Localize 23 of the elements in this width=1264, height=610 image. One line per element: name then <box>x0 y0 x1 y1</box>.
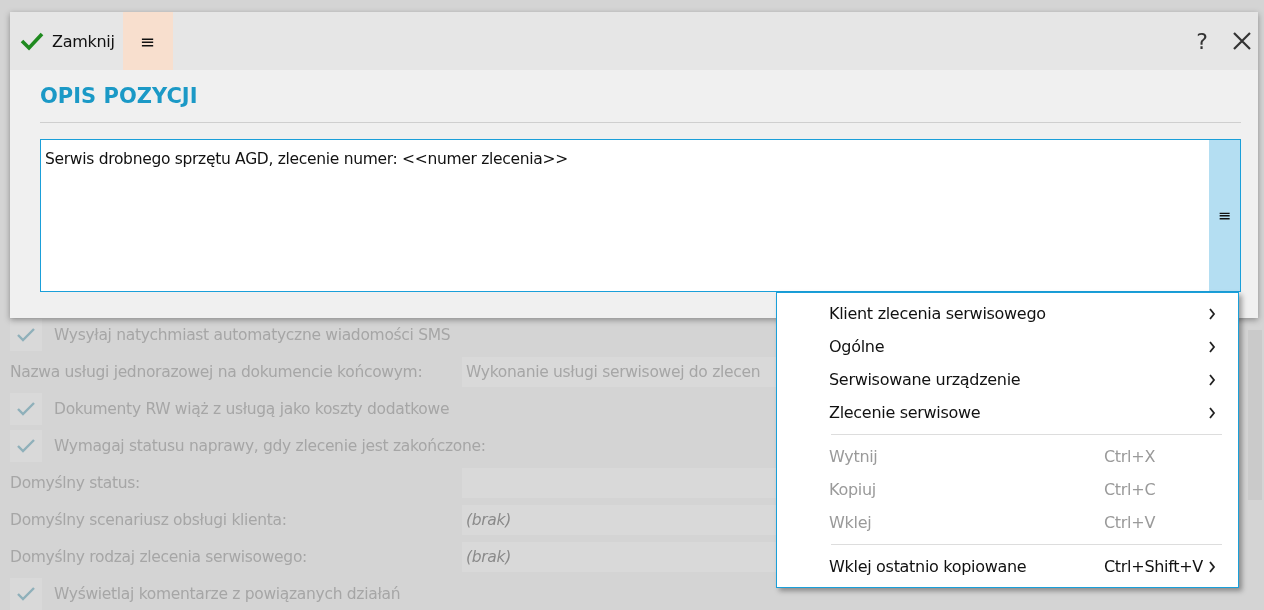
checkmark-icon <box>16 437 36 454</box>
close-button[interactable]: Zamknij <box>10 12 123 70</box>
menu-item[interactable]: Zlecenie serwisowe <box>777 396 1238 429</box>
dialog-title: OPIS POZYCJI <box>40 83 198 110</box>
checkbox[interactable] <box>10 392 42 425</box>
menu-item[interactable]: Klient zlecenia serwisowego <box>777 297 1238 330</box>
chevron-icon <box>1208 373 1216 386</box>
help-button[interactable]: ? <box>1182 12 1222 70</box>
menu-button[interactable]: ≡ <box>122 12 173 70</box>
close-icon[interactable] <box>1232 31 1252 51</box>
checkmark-icon <box>16 400 36 417</box>
checkbox[interactable] <box>10 429 42 462</box>
chevron-icon <box>1208 560 1216 573</box>
checkmark-icon <box>16 585 36 602</box>
field-menu-button[interactable]: ≡ <box>1209 140 1240 291</box>
checkbox[interactable] <box>10 318 42 351</box>
chevron-icon <box>1208 340 1216 353</box>
checkmark-icon <box>20 31 44 51</box>
checkmark-icon <box>16 326 36 343</box>
chevron-icon <box>1208 406 1216 419</box>
description-field[interactable]: Serwis drobnego sprzętu AGD, zlecenie numer: <<numer zlecenia>> ≡ <box>40 139 1241 292</box>
chevron-icon <box>1208 307 1216 320</box>
checkbox[interactable] <box>10 577 42 610</box>
